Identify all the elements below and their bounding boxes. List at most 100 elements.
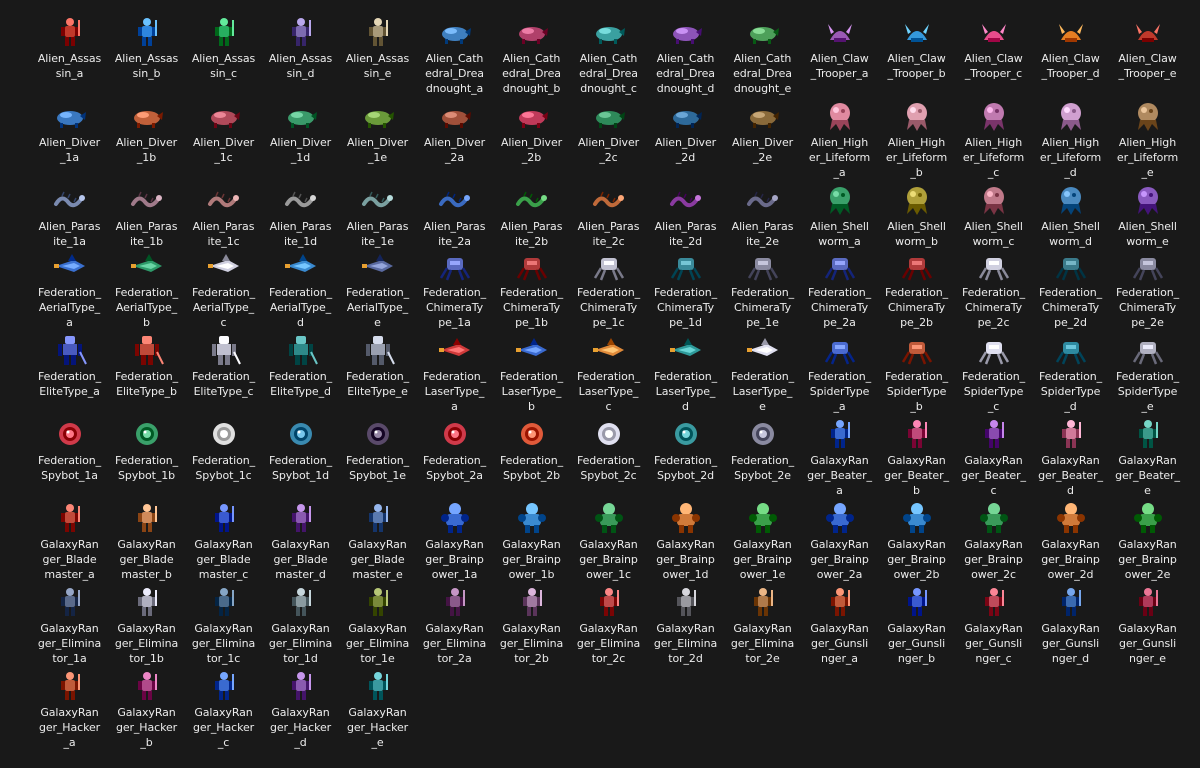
file-item[interactable]: GalaxyRan ger_Blade master_a bbox=[31, 500, 108, 584]
file-item[interactable]: Federation_ SpiderType _a bbox=[801, 332, 878, 416]
file-item[interactable]: Alien_Shell worm_a bbox=[801, 182, 878, 248]
file-item[interactable]: GalaxyRan ger_Hacker _c bbox=[185, 668, 262, 752]
file-item[interactable]: Alien_Claw _Trooper_d bbox=[1032, 14, 1109, 98]
file-item[interactable]: Alien_Shell worm_c bbox=[955, 182, 1032, 248]
file-item[interactable]: Federation_ LaserType_ e bbox=[724, 332, 801, 416]
file-item[interactable]: Alien_Claw _Trooper_b bbox=[878, 14, 955, 98]
file-item[interactable]: GalaxyRan ger_Gunsli nger_d bbox=[1032, 584, 1109, 668]
file-item[interactable]: GalaxyRan ger_Hacker _d bbox=[262, 668, 339, 752]
file-item[interactable]: Alien_Assas sin_c bbox=[185, 14, 262, 98]
file-item[interactable]: Alien_Shell worm_b bbox=[878, 182, 955, 248]
file-item[interactable]: Federation_ ChimeraTy pe_2e bbox=[1109, 248, 1186, 332]
file-item[interactable]: GalaxyRan ger_Gunsli nger_e bbox=[1109, 584, 1186, 668]
file-item[interactable]: GalaxyRan ger_Blade master_d bbox=[262, 500, 339, 584]
file-item[interactable]: Federation_ ChimeraTy pe_2b bbox=[878, 248, 955, 332]
file-item[interactable]: GalaxyRan ger_Hacker _b bbox=[108, 668, 185, 752]
file-item[interactable]: Alien_High er_Lifeform _e bbox=[1109, 98, 1186, 182]
file-item[interactable]: Federation_ SpiderType _b bbox=[878, 332, 955, 416]
file-item[interactable]: Federation_ Spybot_1a bbox=[31, 416, 108, 500]
file-item[interactable]: Federation_ AerialType_ b bbox=[108, 248, 185, 332]
file-item[interactable]: Alien_Diver _2e bbox=[724, 98, 801, 182]
file-item[interactable]: Federation_ ChimeraTy pe_2a bbox=[801, 248, 878, 332]
file-item[interactable]: Alien_Diver _1d bbox=[262, 98, 339, 182]
file-item[interactable]: Federation_ Spybot_2a bbox=[416, 416, 493, 500]
file-item[interactable]: GalaxyRan ger_Beater_ a bbox=[801, 416, 878, 500]
file-item[interactable]: Federation_ ChimeraTy pe_1c bbox=[570, 248, 647, 332]
file-item[interactable]: GalaxyRan ger_Elimina tor_1e bbox=[339, 584, 416, 668]
file-item[interactable]: Alien_Cath edral_Drea dnought_b bbox=[493, 14, 570, 98]
file-item[interactable]: Alien_Diver _2d bbox=[647, 98, 724, 182]
file-item[interactable]: GalaxyRan ger_Brainp ower_1d bbox=[647, 500, 724, 584]
file-item[interactable]: Alien_Claw _Trooper_c bbox=[955, 14, 1032, 98]
file-item[interactable]: Alien_Assas sin_d bbox=[262, 14, 339, 98]
file-item[interactable]: GalaxyRan ger_Elimina tor_2a bbox=[416, 584, 493, 668]
file-item[interactable]: Alien_Paras ite_2e bbox=[724, 182, 801, 248]
file-item[interactable]: Federation_ SpiderType _e bbox=[1109, 332, 1186, 416]
file-item[interactable]: Alien_High er_Lifeform _b bbox=[878, 98, 955, 182]
file-item[interactable]: Federation_ EliteType_c bbox=[185, 332, 262, 416]
file-item[interactable]: Federation_ ChimeraTy pe_1d bbox=[647, 248, 724, 332]
file-item[interactable]: GalaxyRan ger_Gunsli nger_a bbox=[801, 584, 878, 668]
file-item[interactable]: GalaxyRan ger_Brainp ower_1c bbox=[570, 500, 647, 584]
file-item[interactable]: GalaxyRan ger_Beater_ b bbox=[878, 416, 955, 500]
file-item[interactable]: Federation_ Spybot_2b bbox=[493, 416, 570, 500]
file-item[interactable]: Alien_Paras ite_1d bbox=[262, 182, 339, 248]
file-item[interactable]: Federation_ Spybot_2c bbox=[570, 416, 647, 500]
file-item[interactable]: Federation_ AerialType_ d bbox=[262, 248, 339, 332]
file-item[interactable]: GalaxyRan ger_Brainp ower_2c bbox=[955, 500, 1032, 584]
file-item[interactable]: Federation_ AerialType_ a bbox=[31, 248, 108, 332]
file-item[interactable]: GalaxyRan ger_Blade master_b bbox=[108, 500, 185, 584]
file-item[interactable]: Alien_Cath edral_Drea dnought_a bbox=[416, 14, 493, 98]
file-item[interactable]: GalaxyRan ger_Elimina tor_2b bbox=[493, 584, 570, 668]
file-item[interactable]: Alien_Assas sin_e bbox=[339, 14, 416, 98]
file-item[interactable]: Alien_Shell worm_d bbox=[1032, 182, 1109, 248]
file-item[interactable]: Federation_ EliteType_b bbox=[108, 332, 185, 416]
file-item[interactable]: Alien_Shell worm_e bbox=[1109, 182, 1186, 248]
file-item[interactable]: GalaxyRan ger_Hacker _e bbox=[339, 668, 416, 752]
file-item[interactable]: Federation_ ChimeraTy pe_2d bbox=[1032, 248, 1109, 332]
file-item[interactable]: Alien_High er_Lifeform _c bbox=[955, 98, 1032, 182]
file-item[interactable]: Alien_Assas sin_b bbox=[108, 14, 185, 98]
file-item[interactable]: Federation_ SpiderType _c bbox=[955, 332, 1032, 416]
file-item[interactable]: Federation_ LaserType_ a bbox=[416, 332, 493, 416]
file-item[interactable]: Federation_ AerialType_ c bbox=[185, 248, 262, 332]
file-item[interactable]: Alien_Cath edral_Drea dnought_c bbox=[570, 14, 647, 98]
file-item[interactable]: GalaxyRan ger_Gunsli nger_c bbox=[955, 584, 1032, 668]
file-item[interactable]: Federation_ Spybot_1c bbox=[185, 416, 262, 500]
file-item[interactable]: Alien_Paras ite_1e bbox=[339, 182, 416, 248]
file-item[interactable]: GalaxyRan ger_Beater_ d bbox=[1032, 416, 1109, 500]
file-item[interactable]: Alien_Paras ite_1a bbox=[31, 182, 108, 248]
file-item[interactable]: GalaxyRan ger_Elimina tor_1c bbox=[185, 584, 262, 668]
file-item[interactable]: GalaxyRan ger_Brainp ower_2a bbox=[801, 500, 878, 584]
file-item[interactable]: Alien_Paras ite_2c bbox=[570, 182, 647, 248]
file-item[interactable]: GalaxyRan ger_Brainp ower_2d bbox=[1032, 500, 1109, 584]
file-item[interactable]: GalaxyRan ger_Elimina tor_1d bbox=[262, 584, 339, 668]
file-item[interactable]: Alien_Paras ite_1b bbox=[108, 182, 185, 248]
file-item[interactable]: GalaxyRan ger_Brainp ower_2b bbox=[878, 500, 955, 584]
file-item[interactable]: Federation_ Spybot_1d bbox=[262, 416, 339, 500]
file-item[interactable]: Alien_Assas sin_a bbox=[31, 14, 108, 98]
file-item[interactable]: GalaxyRan ger_Elimina tor_1a bbox=[31, 584, 108, 668]
file-item[interactable]: GalaxyRan ger_Elimina tor_1b bbox=[108, 584, 185, 668]
file-item[interactable]: GalaxyRan ger_Beater_ e bbox=[1109, 416, 1186, 500]
file-item[interactable]: Federation_ AerialType_ e bbox=[339, 248, 416, 332]
file-item[interactable]: Alien_Diver _2c bbox=[570, 98, 647, 182]
file-item[interactable]: Federation_ Spybot_2d bbox=[647, 416, 724, 500]
file-item[interactable]: Federation_ EliteType_e bbox=[339, 332, 416, 416]
file-item[interactable]: Federation_ ChimeraTy pe_1b bbox=[493, 248, 570, 332]
file-item[interactable]: Alien_Claw _Trooper_a bbox=[801, 14, 878, 98]
file-item[interactable]: Alien_High er_Lifeform _d bbox=[1032, 98, 1109, 182]
file-item[interactable]: Alien_Claw _Trooper_e bbox=[1109, 14, 1186, 98]
file-item[interactable]: Federation_ LaserType_ d bbox=[647, 332, 724, 416]
file-item[interactable]: Alien_Paras ite_2d bbox=[647, 182, 724, 248]
file-item[interactable]: Federation_ Spybot_1e bbox=[339, 416, 416, 500]
file-item[interactable]: GalaxyRan ger_Beater_ c bbox=[955, 416, 1032, 500]
file-item[interactable]: Alien_Paras ite_1c bbox=[185, 182, 262, 248]
file-item[interactable]: GalaxyRan ger_Elimina tor_2d bbox=[647, 584, 724, 668]
file-item[interactable]: Alien_Cath edral_Drea dnought_d bbox=[647, 14, 724, 98]
file-item[interactable]: Federation_ LaserType_ b bbox=[493, 332, 570, 416]
file-item[interactable]: Alien_Diver _1c bbox=[185, 98, 262, 182]
file-item[interactable]: GalaxyRan ger_Brainp ower_2e bbox=[1109, 500, 1186, 584]
file-item[interactable]: GalaxyRan ger_Brainp ower_1b bbox=[493, 500, 570, 584]
file-item[interactable]: Federation_ Spybot_2e bbox=[724, 416, 801, 500]
